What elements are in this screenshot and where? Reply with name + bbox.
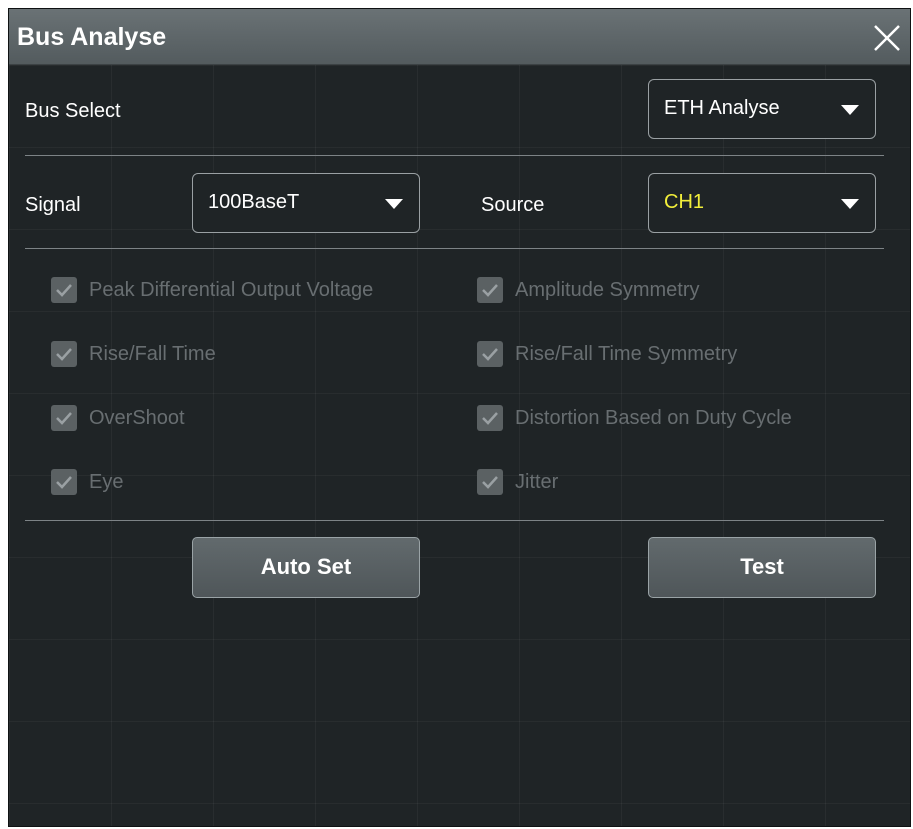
- bus-select-dropdown[interactable]: ETH Analyse: [648, 79, 876, 139]
- test-button[interactable]: Test: [648, 537, 876, 598]
- bus-select-label: Bus Select: [25, 100, 121, 122]
- test-label: Amplitude Symmetry: [515, 279, 700, 301]
- source-value: CH1: [664, 191, 705, 213]
- auto-set-button[interactable]: Auto Set: [192, 537, 420, 598]
- signal-dropdown[interactable]: 100BaseT: [192, 173, 420, 233]
- checkbox-checked-icon: [51, 469, 77, 495]
- test-label: Distortion Based on Duty Cycle: [515, 407, 792, 429]
- dialog-title: Bus Analyse: [17, 23, 167, 51]
- test-label: Peak Differential Output Voltage: [89, 279, 374, 301]
- bus-analyse-dialog: Bus Analyse Bus Select ETH Analyse Signa…: [8, 8, 911, 827]
- checkbox-checked-icon: [477, 277, 503, 303]
- signal-value: 100BaseT: [208, 191, 300, 213]
- checkbox-checked-icon: [477, 469, 503, 495]
- chevron-down-icon: [385, 199, 403, 209]
- divider: [25, 520, 884, 521]
- title-bar: Bus Analyse: [9, 9, 910, 65]
- checkbox-checked-icon: [477, 405, 503, 431]
- test-label: Eye: [89, 471, 124, 493]
- test-label: Rise/Fall Time: [89, 343, 216, 365]
- source-dropdown[interactable]: CH1: [648, 173, 876, 233]
- divider: [25, 155, 884, 156]
- signal-label: Signal: [25, 194, 81, 216]
- chevron-down-icon: [841, 199, 859, 209]
- chevron-down-icon: [841, 105, 859, 115]
- close-icon[interactable]: [870, 21, 904, 55]
- test-label: OverShoot: [89, 407, 185, 429]
- test-label: Jitter: [515, 471, 559, 493]
- source-label: Source: [481, 194, 545, 216]
- checkbox-checked-icon: [477, 341, 503, 367]
- checkbox-checked-icon: [51, 341, 77, 367]
- checkbox-checked-icon: [51, 277, 77, 303]
- bus-select-value: ETH Analyse: [664, 97, 780, 119]
- test-label: Rise/Fall Time Symmetry: [515, 343, 738, 365]
- checkbox-checked-icon: [51, 405, 77, 431]
- divider: [25, 248, 884, 249]
